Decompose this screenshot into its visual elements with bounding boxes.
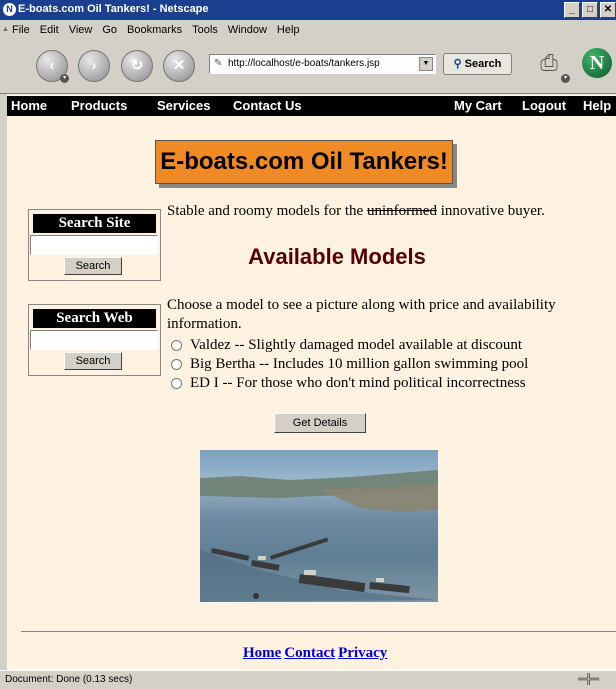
search-site-input[interactable] [30,235,158,255]
page-icon: ✎ [214,58,223,69]
status-text: Document: Done (0.13 secs) [5,674,133,685]
netscape-icon: N [3,3,16,16]
url-dropdown-icon[interactable]: ▼ [419,57,433,71]
toolbar-grip-icon[interactable]: ▲ [2,26,9,36]
menu-go[interactable]: Go [102,24,117,36]
tagline-end: innovative buyer. [440,203,545,219]
search-site-title: Search Site [33,214,156,233]
footer-links: Home Contact Privacy [243,645,390,662]
model-option-label: Valdez -- Slightly damaged model availab… [190,337,522,353]
menu-bar: ▲ File Edit View Go Bookmarks Tools Wind… [0,20,616,40]
tagline-struck-word: uninformed [366,203,437,219]
search-icon: ⚲ [453,58,462,70]
window-title: E-boats.com Oil Tankers! - Netscape [18,3,209,15]
radio-button[interactable] [171,359,182,370]
menu-view[interactable]: View [69,24,93,36]
close-button[interactable]: ✕ [600,2,616,18]
menu-edit[interactable]: Edit [40,24,59,36]
model-option-big-bertha[interactable]: Big Bertha -- Includes 10 million gallon… [171,355,528,374]
search-web-box: Search Web Search [28,304,161,376]
print-dropdown-icon[interactable]: ▾ [561,74,570,83]
window-titlebar: N E-boats.com Oil Tankers! - Netscape _ … [0,0,616,20]
model-options: Valdez -- Slightly damaged model availab… [171,336,528,393]
footer-contact-link[interactable]: Contact [284,645,335,661]
footer-divider [21,631,616,632]
footer-privacy-link[interactable]: Privacy [338,645,387,661]
netscape-logo[interactable]: N [582,48,612,78]
status-bar: Document: Done (0.13 secs) ═╬═ [0,670,616,689]
menu-help[interactable]: Help [277,24,300,36]
nav-products[interactable]: Products [71,98,127,113]
window-left-edge [0,94,7,670]
search-site-box: Search Site Search [28,209,161,281]
menu-window[interactable]: Window [228,24,267,36]
model-option-ed-i[interactable]: ED I -- For those who don't mind politic… [171,374,528,393]
tanker-photo [200,450,438,602]
nav-logout[interactable]: Logout [522,98,566,113]
back-dropdown-icon[interactable]: ▾ [60,74,69,83]
connection-icon: ═╬═ [578,674,600,685]
minimize-button[interactable]: _ [564,2,580,18]
page-banner: E-boats.com Oil Tankers! [155,140,453,184]
search-site-button[interactable]: Search [64,257,122,275]
menu-bookmarks[interactable]: Bookmarks [127,24,182,36]
url-input[interactable]: ✎ http://localhost/e-boats/tankers.jsp ▼ [209,54,436,74]
nav-services[interactable]: Services [157,98,211,113]
search-button[interactable]: ⚲ Search [443,53,512,75]
nav-help[interactable]: Help [583,98,611,113]
search-web-title: Search Web [33,309,156,328]
footer-home-link[interactable]: Home [243,645,281,661]
url-text: http://localhost/e-boats/tankers.jsp [228,58,380,69]
search-web-input[interactable] [30,330,158,350]
forward-icon[interactable]: › [78,50,110,82]
model-option-label: Big Bertha -- Includes 10 million gallon… [190,356,529,372]
tagline-start: Stable and roomy models for the [167,203,364,219]
radio-button[interactable] [171,378,182,389]
print-icon[interactable]: ⎙ [535,50,563,76]
menu-file[interactable]: File [12,24,30,36]
window-controls: _ □ ✕ [564,2,616,18]
radio-button[interactable] [171,340,182,351]
search-button-label: Search [464,58,502,70]
stop-icon[interactable]: ✕ [163,50,195,82]
nav-home[interactable]: Home [11,98,47,113]
page-content: Home Products Services Contact Us My Car… [7,94,616,670]
menu-tools[interactable]: Tools [192,24,218,36]
model-option-label: ED I -- For those who don't mind politic… [190,375,526,391]
reload-icon[interactable]: ↻ [121,50,153,82]
navigation-toolbar: ‹ ▾ › ↻ ✕ ✎ http://localhost/e-boats/tan… [0,40,616,94]
model-option-valdez[interactable]: Valdez -- Slightly damaged model availab… [171,336,528,355]
get-details-button[interactable]: Get Details [274,413,366,433]
models-heading: Available Models [248,244,426,269]
nav-my-cart[interactable]: My Cart [454,98,502,113]
tagline: Stable and roomy models for the uninform… [167,203,545,220]
site-navigation: Home Products Services Contact Us My Car… [7,96,616,116]
nav-contact-us[interactable]: Contact Us [233,98,302,113]
maximize-button[interactable]: □ [582,2,598,18]
models-intro: Choose a model to see a picture along wi… [167,297,556,332]
search-web-button[interactable]: Search [64,352,122,370]
